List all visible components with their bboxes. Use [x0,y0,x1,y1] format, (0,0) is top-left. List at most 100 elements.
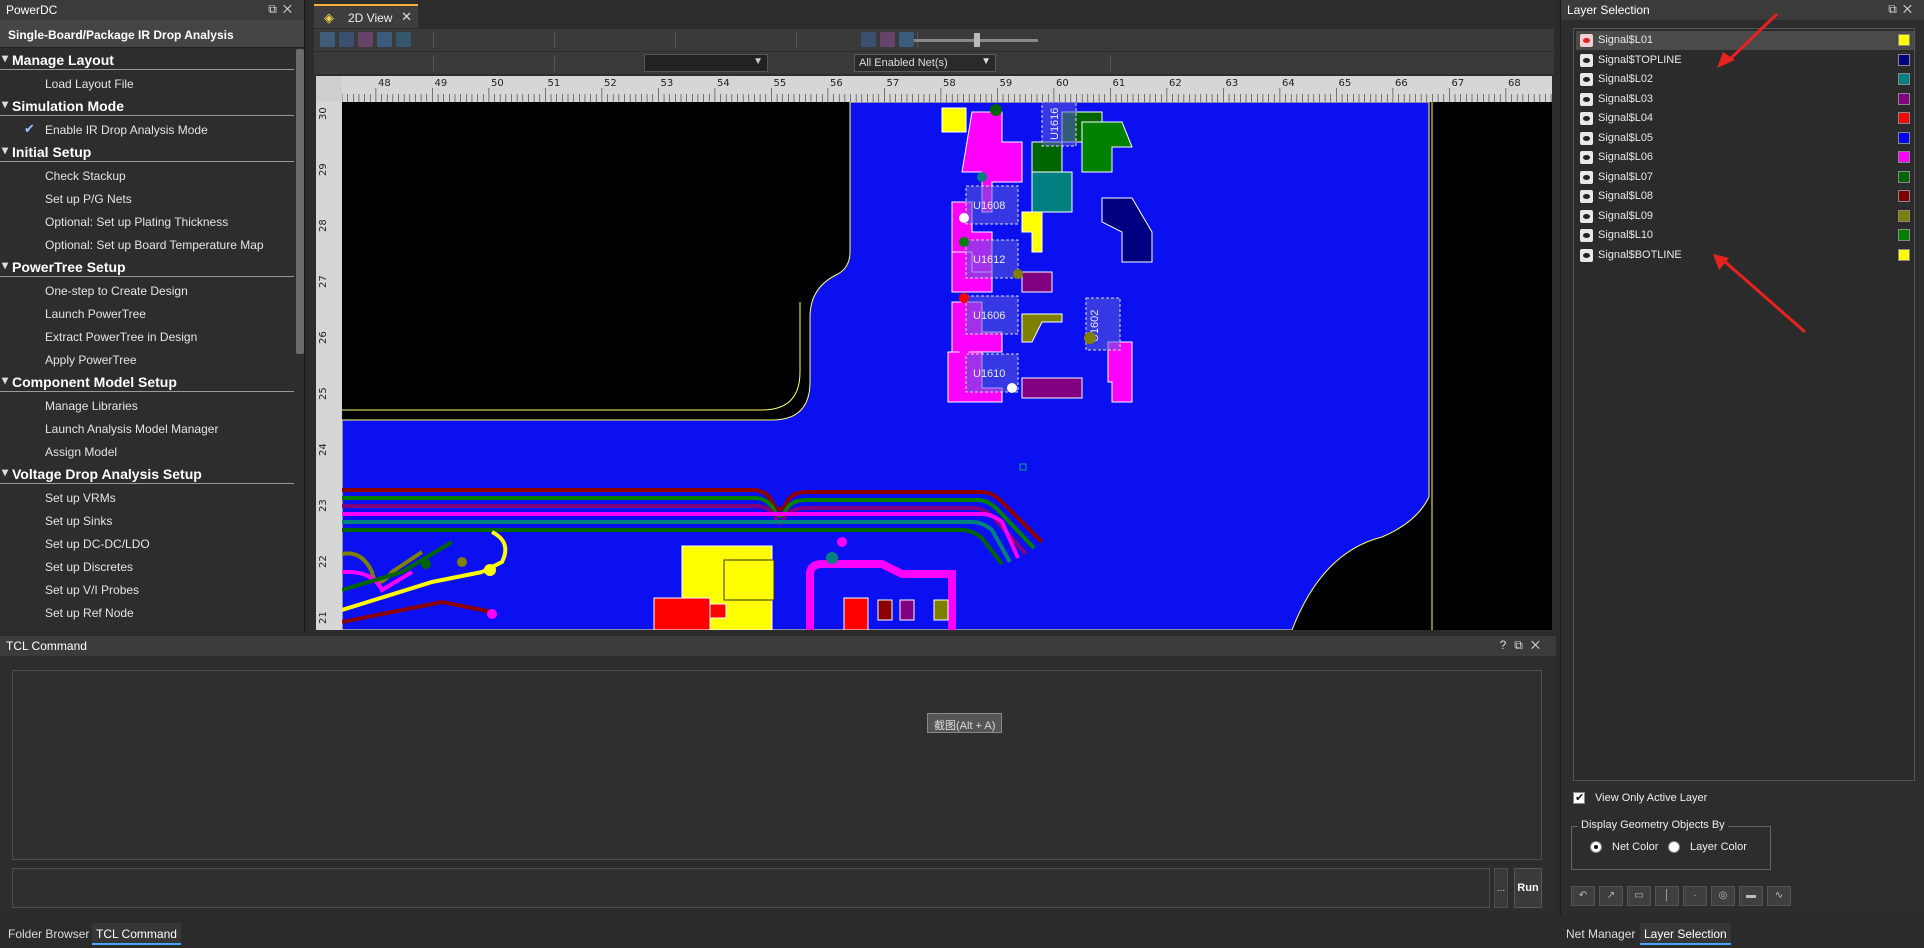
net-color-radio[interactable] [1590,841,1602,853]
toolbar-button-icon[interactable] [498,32,513,47]
toolbar-button-icon[interactable] [358,32,373,47]
panel-controls[interactable]: ⧉✕ [268,2,298,17]
eye-icon[interactable] [1580,131,1593,145]
geometry-filter-icon[interactable]: ◎ [1711,886,1735,906]
layer-color-swatch[interactable] [1898,34,1910,46]
zoom-slider-thumb[interactable] [974,33,980,47]
geometry-filter-icon[interactable]: ▬ [1739,886,1763,906]
toolbar-button-icon[interactable] [804,32,819,47]
layer-row[interactable]: Signal$L04 [1576,109,1914,128]
layer-color-swatch[interactable] [1898,73,1910,85]
geometry-filter-icon[interactable]: · [1683,886,1707,906]
toolbar-button-icon[interactable] [657,32,672,47]
workflow-item[interactable]: ✔ Enable IR Drop Analysis Mode [0,118,296,141]
net-filter-select[interactable]: All Enabled Net(s) ▼ [854,54,996,72]
workflow-item[interactable]: One-step to Create Design [0,279,296,302]
toolbar-button-icon[interactable] [1073,55,1088,70]
eye-icon[interactable] [1580,190,1593,203]
toolbar-button-icon[interactable] [441,55,456,70]
workflow-item[interactable]: Check Stackup [0,164,296,187]
tab-net-manager[interactable]: Net Manager [1562,923,1639,945]
toolbar-button-icon[interactable] [536,32,551,47]
toolbar-button-icon[interactable] [600,55,615,70]
workflow-section-header[interactable]: Component Model Setup [0,371,294,392]
workflow-item[interactable]: Launch Analysis Model Manager [0,417,296,440]
layer-row[interactable]: Signal$L08 [1576,187,1914,206]
layer-color-radio[interactable] [1668,841,1680,853]
toolbar-button-icon[interactable] [619,32,634,47]
eye-icon[interactable] [1580,248,1593,262]
layer-color-swatch[interactable] [1898,209,1910,222]
toolbar-button-icon[interactable] [619,55,634,70]
workflow-section-header[interactable]: Simulation Mode [0,95,294,116]
toolbar-button-icon[interactable] [460,32,475,47]
layer-dropdown[interactable]: ▼ [644,54,768,72]
toolbar-button-icon[interactable] [320,32,335,47]
tab-2d-view[interactable]: ◈ 2D View ✕ [314,4,418,28]
toolbar-button-icon[interactable] [600,32,615,47]
workflow-item[interactable]: Launch PowerTree [0,302,296,325]
toolbar-button-icon[interactable] [721,32,736,47]
workflow-item[interactable]: Optional: Set up Board Temperature Map [0,233,296,256]
eye-icon[interactable] [1580,151,1593,164]
workflow-item[interactable]: Manage Libraries [0,394,296,417]
layer-row[interactable]: Signal$L07 [1576,168,1914,187]
toolbar-button-icon[interactable] [683,32,698,47]
toolbar-button-icon[interactable] [562,55,577,70]
toolbar-button-icon[interactable] [778,32,793,47]
workflow-item[interactable]: Set up P/G Nets [0,187,296,210]
toolbar-button-icon[interactable] [498,55,513,70]
run-button[interactable]: Run [1514,868,1542,908]
toolbar-button-icon[interactable] [759,32,774,47]
layer-color-swatch[interactable] [1898,53,1910,66]
toolbar-button-icon[interactable] [861,32,876,47]
geometry-filter-icon[interactable]: ▭ [1627,886,1651,906]
geometry-filter-icon[interactable]: ↗ [1599,886,1623,906]
workflow-item[interactable]: Load Layout File [0,72,296,95]
toolbar-button-icon[interactable] [842,32,857,47]
tab-layer-selection[interactable]: Layer Selection [1640,923,1731,945]
toolbar-button-icon[interactable] [1092,55,1107,70]
toolbar-button-icon[interactable] [517,32,532,47]
workflow-item[interactable]: Extract PowerTree in Design [0,325,296,348]
layer-color-swatch[interactable] [1898,190,1910,202]
toolbar-button-icon[interactable] [377,55,392,70]
toolbar-button-icon[interactable] [1016,55,1031,70]
toolbar-button-icon[interactable] [415,55,430,70]
workflow-item[interactable]: Set up DC-DC/LDO [0,532,296,555]
toolbar-button-icon[interactable] [899,32,914,47]
eye-icon[interactable] [1580,209,1593,223]
workflow-item[interactable]: Apply PowerTree [0,348,296,371]
eye-icon[interactable] [1580,53,1593,67]
toolbar-button-icon[interactable] [339,32,354,47]
workflow-item[interactable]: Assign Model [0,440,296,463]
tcl-command-input[interactable] [12,868,1490,908]
workflow-item[interactable]: Set up Sinks [0,509,296,532]
layer-row[interactable]: Signal$L09 [1576,207,1914,226]
toolbar-button-icon[interactable] [479,32,494,47]
toolbar-button-icon[interactable] [536,55,551,70]
workflow-section-header[interactable]: Voltage Drop Analysis Setup [0,463,294,484]
geometry-filter-icon[interactable]: │ [1655,886,1679,906]
eye-icon[interactable] [1580,34,1593,47]
geometry-filter-icon[interactable]: ↶ [1571,886,1595,906]
workflow-section-header[interactable]: Manage Layout [0,49,294,70]
layer-row[interactable]: Signal$L10 [1576,226,1914,245]
layer-row[interactable]: Signal$L03 [1576,90,1914,109]
layout-canvas[interactable]: U1608 U1612 U1606 U1610 U1602 U1616 [342,102,1552,630]
toolbar-button-icon[interactable] [581,55,596,70]
toolbar-button-icon[interactable] [441,32,456,47]
layer-row[interactable]: Signal$L02 [1576,70,1914,89]
eye-icon[interactable] [1580,92,1593,106]
panel-controls[interactable]: ⧉✕ [1888,2,1918,17]
toolbar-button-icon[interactable] [1035,55,1050,70]
toolbar-button-icon[interactable] [562,32,577,47]
toolbar-button-icon[interactable] [396,32,411,47]
toolbar-button-icon[interactable] [517,55,532,70]
layer-color-swatch[interactable] [1898,92,1910,105]
view-only-checkbox[interactable] [1573,791,1585,804]
workflow-scrollbar[interactable] [296,49,304,354]
toolbar-button-icon[interactable] [377,32,392,47]
toolbar-button-icon[interactable] [460,55,475,70]
close-icon[interactable]: ✕ [401,9,412,25]
